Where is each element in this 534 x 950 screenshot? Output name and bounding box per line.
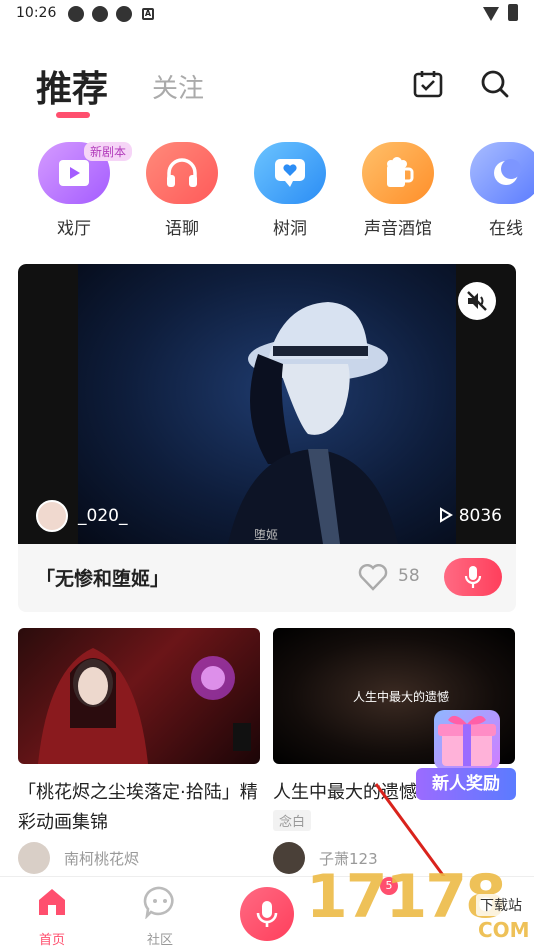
category-row: 戏厅 新剧本 语聊 树洞 声音酒馆 在线 [0,142,534,242]
thumbnail-text: 人生中最大的遗憾 [353,690,450,704]
moon-icon [470,142,534,204]
watermark-download: 下载站 [476,894,526,916]
mute-toggle[interactable] [458,282,496,320]
microphone-icon [256,901,278,927]
category-tree-hole[interactable]: 树洞 [240,142,340,239]
video-author[interactable]: _020_ [78,506,127,526]
tab-following[interactable]: 关注 [152,68,204,105]
video-title[interactable]: 「无惨和堕姬」 [36,564,169,591]
heart-chat-icon [254,142,326,204]
status-time: 10:26 [16,5,57,21]
category-voice-chat[interactable]: 语聊 [132,142,232,239]
video-subtitle: 堕姬 [254,528,279,542]
nav-community-label: 社区 [146,933,173,948]
reward-label: 新人奖励 [416,768,516,800]
new-user-reward[interactable]: 新人奖励 [416,710,516,802]
category-drama-hall[interactable]: 戏厅 新剧本 [24,142,133,239]
card-thumbnail [18,628,260,764]
heart-icon[interactable] [358,563,388,591]
category-online[interactable]: 在线 [456,142,534,239]
card-author[interactable]: 南柯桃花烬 [18,842,139,874]
like-count: 58 [398,566,420,586]
chat-bubble-icon [143,885,177,920]
avatar [18,842,50,874]
nav-home[interactable]: 首页 [22,885,82,948]
wifi-icon [483,7,499,21]
site-watermark: 17178 下载站 COM [306,862,534,950]
home-icon [35,885,69,919]
microphone-icon [464,566,482,588]
search-icon[interactable] [479,68,511,100]
category-label: 声音酒馆 [364,219,432,239]
category-label: 树洞 [273,219,307,239]
card-title: 「桃花烬之尘埃落定·拾陆」精彩动画集锦 [18,782,258,833]
video-thumbnail [78,264,456,544]
gift-box-icon [434,710,500,770]
avatar [273,842,305,874]
author-name: 南柯桃花烬 [64,849,140,868]
featured-video-card[interactable]: _020_ 8036 堕姬 「无惨和堕姬」 58 [18,264,516,612]
new-script-badge: 新剧本 [84,142,133,161]
category-label: 在线 [489,219,523,239]
beer-icon [362,142,434,204]
category-label: 戏厅 [57,219,91,239]
category-voice-tavern[interactable]: 声音酒馆 [348,142,448,239]
watermark-com: COM [478,918,530,942]
nav-home-label: 首页 [38,933,65,948]
battery-icon [508,4,518,21]
record-mic-button[interactable] [240,887,294,941]
card-tag: 念白 [273,810,312,831]
category-label: 语聊 [165,219,199,239]
video-player[interactable]: _020_ 8036 堕姬 [18,264,516,544]
play-count: 8036 [439,506,502,526]
play-count-value: 8036 [458,506,502,526]
play-icon [440,507,454,523]
notification-icon [92,6,108,22]
checkin-calendar-icon[interactable] [412,68,444,100]
notification-icon [68,6,84,22]
feed-card[interactable]: 「桃花烬之尘埃落定·拾陆」精彩动画集锦 南柯桃花烬 [18,628,260,874]
watermark-digits: 17178 [306,862,507,932]
speaker-muted-icon [467,291,487,311]
nav-community[interactable]: 社区 [130,885,190,948]
avatar[interactable] [36,500,68,532]
headphones-icon [146,142,218,204]
tab-recommend[interactable]: 推荐 [36,60,108,112]
dub-mic-button[interactable] [444,558,502,596]
tab-indicator [56,112,90,118]
app-notification-icon: A [142,8,154,20]
status-bar: 10:26 A [0,0,534,30]
notification-icon [116,6,132,22]
